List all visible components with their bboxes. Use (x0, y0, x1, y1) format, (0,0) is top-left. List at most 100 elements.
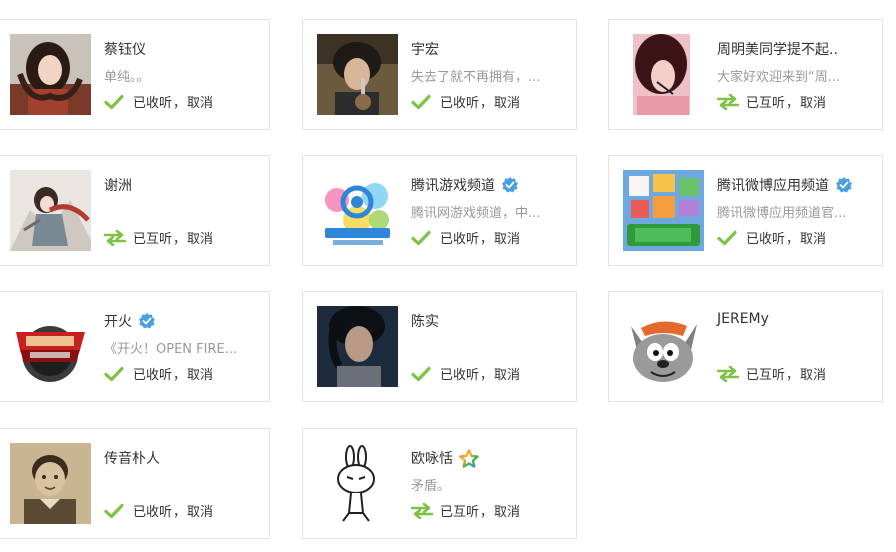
follow-card: 宇宏 失去了就不再拥有，... 已收听，取消 (302, 19, 577, 130)
user-name-text[interactable]: 腾讯游戏频道 (411, 175, 495, 195)
status-separator: ， (173, 368, 187, 383)
cancel-follow-link[interactable]: 取消 (800, 364, 826, 383)
status-separator: ， (173, 232, 187, 247)
user-description: 单纯。。 (104, 70, 150, 85)
status-separator: ， (173, 96, 187, 111)
user-description: 《开火！OPEN FIRE... (104, 342, 238, 357)
status-separator: ， (173, 505, 187, 520)
follow-card: JEREMy 已互听，取消 (608, 291, 883, 402)
check-icon (104, 503, 124, 519)
avatar[interactable] (317, 170, 398, 251)
user-name-text[interactable]: 周明美同学提不起.. (717, 39, 838, 59)
cancel-follow-link[interactable]: 取消 (187, 364, 213, 383)
avatar[interactable] (10, 443, 91, 524)
status-separator: ， (480, 96, 494, 111)
user-name[interactable]: 传音朴人 (104, 448, 160, 468)
follow-card: 传音朴人 已收听，取消 (0, 428, 270, 539)
user-name[interactable]: 宇宏 (411, 39, 439, 59)
user-name[interactable]: 欧咏恬 (411, 448, 479, 468)
check-icon (104, 366, 124, 382)
avatar[interactable] (623, 306, 704, 387)
follow-status: 已互听，取消 (410, 501, 520, 520)
follow-status: 已互听，取消 (103, 228, 213, 247)
mutual-follow-icon (716, 93, 740, 110)
avatar[interactable] (317, 306, 398, 387)
user-description: 矛盾。 (411, 479, 451, 494)
user-name[interactable]: 周明美同学提不起.. (717, 39, 838, 59)
user-name[interactable]: 腾讯微博应用频道 (717, 175, 853, 195)
user-name[interactable]: 蔡钰仪 (104, 39, 146, 59)
follow-status-text: 已收听 (133, 368, 173, 383)
follow-status-text: 已收听 (440, 96, 480, 111)
status-separator: ， (786, 232, 800, 247)
follow-status-text: 已收听 (746, 232, 786, 247)
cancel-follow-link[interactable]: 取消 (494, 92, 520, 111)
follow-card: 周明美同学提不起.. 大家好欢迎来到“周... 已互听，取消 (608, 19, 883, 130)
user-name-text[interactable]: 欧咏恬 (411, 448, 453, 468)
follow-status: 已收听，取消 (104, 501, 213, 520)
user-description: 腾讯网游戏频道，中... (411, 206, 541, 221)
cancel-follow-link[interactable]: 取消 (494, 228, 520, 247)
user-name-text[interactable]: JEREMy (717, 311, 769, 327)
cancel-follow-link[interactable]: 取消 (187, 228, 213, 247)
user-name-text[interactable]: 开火 (104, 311, 132, 331)
avatar[interactable] (10, 170, 91, 251)
cancel-follow-link[interactable]: 取消 (800, 92, 826, 111)
user-name-text[interactable]: 传音朴人 (104, 448, 160, 468)
user-name-text[interactable]: 谢洲 (104, 175, 132, 195)
user-description: 失去了就不再拥有，... (411, 70, 541, 85)
follow-status: 已互听，取消 (716, 92, 826, 111)
follow-status-text: 已互听 (133, 232, 173, 247)
follow-status-text: 已互听 (746, 368, 786, 383)
cancel-follow-link[interactable]: 取消 (187, 501, 213, 520)
cancel-follow-link[interactable]: 取消 (494, 364, 520, 383)
avatar[interactable] (317, 443, 398, 524)
follow-status-text: 已收听 (440, 232, 480, 247)
follow-status-text: 已收听 (133, 505, 173, 520)
status-separator: ， (480, 505, 494, 520)
follow-card: 欧咏恬 矛盾。 已互听，取消 (302, 428, 577, 539)
follow-status-text: 已互听 (746, 96, 786, 111)
star-badge-icon (459, 449, 479, 468)
follow-status: 已收听，取消 (104, 364, 213, 383)
follow-status: 已收听，取消 (411, 364, 520, 383)
status-separator: ， (480, 232, 494, 247)
avatar[interactable] (10, 34, 91, 115)
check-icon (411, 230, 431, 246)
cancel-follow-link[interactable]: 取消 (494, 501, 520, 520)
user-name-text[interactable]: 腾讯微博应用频道 (717, 175, 829, 195)
user-name[interactable]: 谢洲 (104, 175, 132, 195)
verified-badge-icon (835, 176, 853, 194)
follow-card: 开火 《开火！OPEN FIRE... 已收听，取消 (0, 291, 270, 402)
user-name[interactable]: JEREMy (717, 311, 769, 327)
user-name[interactable]: 开火 (104, 311, 156, 331)
mutual-follow-icon (716, 365, 740, 382)
mutual-follow-icon (103, 229, 127, 246)
check-icon (104, 94, 124, 110)
avatar[interactable] (10, 306, 91, 387)
follow-status-text: 已收听 (440, 368, 480, 383)
avatar[interactable] (623, 34, 704, 115)
user-name[interactable]: 陈实 (411, 311, 439, 331)
follow-status-text: 已收听 (133, 96, 173, 111)
user-description: 腾讯微博应用频道官... (717, 206, 847, 221)
status-separator: ， (480, 368, 494, 383)
status-separator: ， (786, 96, 800, 111)
cancel-follow-link[interactable]: 取消 (187, 92, 213, 111)
user-name-text[interactable]: 陈实 (411, 311, 439, 331)
follow-status: 已收听，取消 (411, 228, 520, 247)
follow-status: 已收听，取消 (717, 228, 826, 247)
follow-card: 陈实 已收听，取消 (302, 291, 577, 402)
avatar[interactable] (623, 170, 704, 251)
check-icon (717, 230, 737, 246)
check-icon (411, 94, 431, 110)
follow-status: 已收听，取消 (104, 92, 213, 111)
cancel-follow-link[interactable]: 取消 (800, 228, 826, 247)
user-name[interactable]: 腾讯游戏频道 (411, 175, 519, 195)
user-name-text[interactable]: 宇宏 (411, 39, 439, 59)
follow-card: 谢洲 已互听，取消 (0, 155, 270, 266)
mutual-follow-icon (410, 502, 434, 519)
user-name-text[interactable]: 蔡钰仪 (104, 39, 146, 59)
follow-status: 已互听，取消 (716, 364, 826, 383)
avatar[interactable] (317, 34, 398, 115)
